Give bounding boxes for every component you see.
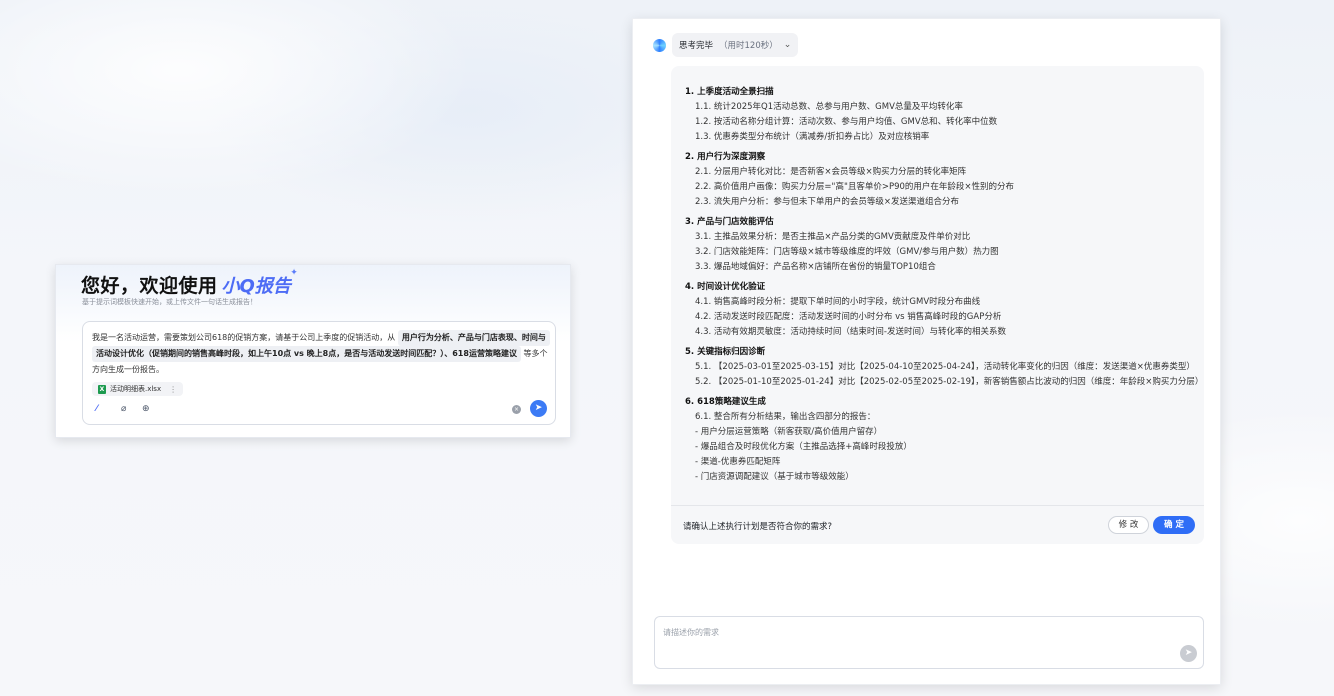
confirm-question: 请确认上述执行计划是否符合你的需求? bbox=[683, 522, 833, 532]
plan-item: 3.2. 门店效能矩阵：门店等级×城市等级维度的坪效（GMV/参与用户数）热力图 bbox=[695, 247, 999, 257]
attached-file-chip[interactable]: X 活动明细表.xlsx ⋮ bbox=[92, 382, 184, 396]
plan-item: 2.2. 高价值用户画像：购买力分层="高"且客单价>P90的用户在年龄段×性别… bbox=[695, 182, 1015, 192]
attached-file-name: 活动明细表.xlsx bbox=[110, 385, 162, 393]
plan-item: 4.3. 活动有效期灵敏度：活动持续时间（结束时间-发送时间）与转化率的相关系数 bbox=[695, 327, 1006, 337]
thinking-status-row: 思考完毕 （用时120秒） ⌄ bbox=[653, 33, 799, 57]
plan-item: - 用户分层运营策略（新客获取/高价值用户留存） bbox=[695, 427, 883, 437]
web-search-icon[interactable]: ⊕ bbox=[142, 404, 150, 414]
plan-item: - 门店资源调配建议（基于城市等级效能） bbox=[695, 472, 854, 482]
plan-section: 4. 时间设计优化验证 4.1. 销售高峰时段分析：提取下单时间的小时字段，统计G… bbox=[685, 279, 1195, 340]
prompt-text[interactable]: 我是一名活动运营，需要策划公司618的促销方案，请基于公司上季度的促销活动，从 … bbox=[92, 330, 552, 378]
thinking-time: （用时120秒） bbox=[719, 41, 778, 51]
send-button[interactable]: ➤ bbox=[530, 400, 547, 417]
plan-item: - 爆品组合及时段优化方案（主推品选择+高峰时段投放） bbox=[695, 442, 912, 452]
excel-file-icon: X bbox=[98, 384, 106, 394]
plan-section: 1. 上季度活动全景扫描 1.1. 统计2025年Q1活动总数、总参与用户数、GM… bbox=[685, 84, 1195, 145]
confirm-row: 请确认上述执行计划是否符合你的需求? 修 改 确 定 bbox=[683, 516, 1204, 536]
plan-item: 5.2. 【2025-01-10至2025-01-24】对比【2025-02-0… bbox=[695, 377, 1204, 387]
file-more-icon[interactable]: ⋮ bbox=[169, 385, 177, 394]
plan-item: 4.1. 销售高峰时段分析：提取下单时间的小时字段，统计GMV时段分布曲线 bbox=[695, 297, 981, 307]
thinking-status-toggle[interactable]: 思考完毕 （用时120秒） ⌄ bbox=[672, 33, 799, 57]
prompt-input-box[interactable]: 我是一名活动运营，需要策划公司618的促销方案，请基于公司上季度的促销活动，从 … bbox=[82, 321, 556, 425]
brand-label: 小Q报告 bbox=[221, 276, 291, 297]
edit-button[interactable]: 修 改 bbox=[1108, 516, 1149, 534]
plan-section-title: 5. 关键指标归因诊断 bbox=[685, 347, 766, 357]
plan-item: 2.3. 流失用户分析：参与但未下单用户的会员等级×发送渠道组合分布 bbox=[695, 197, 960, 207]
plan-item: 3.1. 主推品效果分析：是否主推品×产品分类的GMV贡献度及件单价对比 bbox=[695, 232, 971, 242]
chat-send-button[interactable]: ➤ bbox=[1180, 645, 1197, 662]
plan-divider bbox=[671, 505, 1204, 506]
plan-section: 2. 用户行为深度洞察 2.1. 分层用户转化对比：是否新客×会员等级×购买力分层… bbox=[685, 149, 1195, 210]
chat-input-box[interactable]: ➤ bbox=[654, 616, 1204, 669]
greeting: 您好，欢迎使用 小Q报告 ✦ bbox=[81, 268, 298, 298]
plan-item: 1.1. 统计2025年Q1活动总数、总参与用户数、GMV总量及平均转化率 bbox=[695, 102, 963, 112]
plan-item: - 渠道-优惠券匹配矩阵 bbox=[695, 457, 781, 467]
prompt-template-icon[interactable]: ⁄ bbox=[96, 404, 98, 414]
plan-section-title: 6. 618策略建议生成 bbox=[685, 397, 766, 407]
plan-section-title: 4. 时间设计优化验证 bbox=[685, 282, 766, 292]
assistant-logo-icon bbox=[653, 38, 666, 52]
greeting-text: 您好，欢迎使用 bbox=[81, 275, 218, 297]
prompt-prefix: 我是一名活动运营，需要策划公司618的促销方案，请基于公司上季度的促销活动，从 bbox=[92, 333, 396, 342]
plan-item: 6.1. 整合所有分析结果，输出含四部分的报告： bbox=[695, 412, 876, 422]
plan-item: 5.1. 【2025-03-01至2025-03-15】对比【2025-04-1… bbox=[695, 362, 1195, 372]
plan-section-title: 2. 用户行为深度洞察 bbox=[685, 152, 766, 162]
execution-plan-card: 1. 上季度活动全景扫描 1.1. 统计2025年Q1活动总数、总参与用户数、GM… bbox=[671, 66, 1204, 544]
plan-section: 6. 618策略建议生成 6.1. 整合所有分析结果，输出含四部分的报告： - 用户… bbox=[685, 394, 1195, 485]
plan-section: 3. 产品与门店效能评估 3.1. 主推品效果分析：是否主推品×产品分类的GMV贡… bbox=[685, 214, 1195, 275]
welcome-card: 您好，欢迎使用 小Q报告 ✦ 基于提示词模板快速开始，或上传文件一句话生成报告！ … bbox=[55, 264, 571, 438]
plan-item: 3.3. 爆品地域偏好：产品名称×店铺所在省份的销量TOP10组合 bbox=[695, 262, 936, 272]
plan-section-title: 3. 产品与门店效能评估 bbox=[685, 217, 774, 227]
plan-item: 1.3. 优惠券类型分布统计（满减券/折扣券占比）及对应核销率 bbox=[695, 132, 930, 142]
clear-icon[interactable]: × bbox=[512, 405, 521, 414]
chat-panel: 思考完毕 （用时120秒） ⌄ 1. 上季度活动全景扫描 1.1. 统计2025年… bbox=[632, 18, 1221, 685]
plan-item: 1.2. 按活动名称分组计算：活动次数、参与用户均值、GMV总和、转化率中位数 bbox=[695, 117, 998, 127]
thinking-status: 思考完毕 bbox=[679, 41, 714, 51]
chat-input[interactable] bbox=[663, 625, 1163, 639]
prompt-chip-2[interactable]: 活动设计优化（促销期间的销售高峰时段，如上午10点 vs 晚上8点，是否与活动发… bbox=[92, 346, 521, 362]
welcome-subtitle: 基于提示词模板快速开始，或上传文件一句话生成报告！ bbox=[82, 298, 257, 306]
sparkle-icon: ✦ bbox=[290, 268, 298, 278]
confirm-button[interactable]: 确 定 bbox=[1153, 516, 1195, 534]
prompt-chip-1[interactable]: 用户行为分析、产品与门店表现、时间与 bbox=[397, 330, 550, 346]
plan-body: 1. 上季度活动全景扫描 1.1. 统计2025年Q1活动总数、总参与用户数、GM… bbox=[685, 84, 1204, 489]
chevron-down-icon: ⌄ bbox=[783, 40, 792, 50]
plan-item: 4.2. 活动发送时段匹配度：活动发送时间的小时分布 vs 销售高峰时段的GAP… bbox=[695, 312, 1002, 322]
attach-icon[interactable]: ⌀ bbox=[121, 404, 126, 414]
plan-section: 5. 关键指标归因诊断 5.1. 【2025-03-01至2025-03-15】对… bbox=[685, 344, 1204, 390]
plan-item: 2.1. 分层用户转化对比：是否新客×会员等级×购买力分层的转化率矩阵 bbox=[695, 167, 967, 177]
brand-name: 小Q报告 ✦ bbox=[221, 268, 298, 298]
plan-section-title: 1. 上季度活动全景扫描 bbox=[685, 87, 774, 97]
